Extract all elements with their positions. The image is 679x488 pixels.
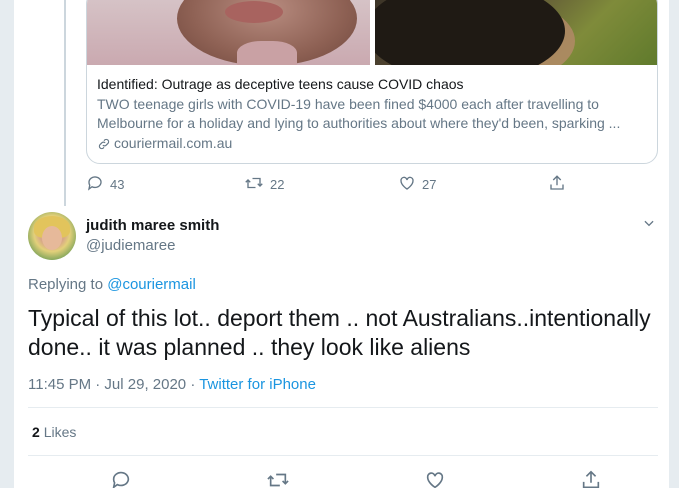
reply-icon	[110, 471, 132, 488]
retweet-button[interactable]	[266, 469, 290, 488]
retweet-count: 22	[270, 177, 285, 192]
replying-to: Replying to @couriermail	[28, 276, 196, 293]
divider	[28, 407, 658, 408]
like-count: 27	[422, 177, 437, 192]
replying-to-link[interactable]: @couriermail	[107, 276, 196, 293]
share-button[interactable]	[548, 174, 566, 195]
link-card[interactable]: Identified: Outrage as deceptive teens c…	[86, 0, 658, 164]
card-domain-text: couriermail.com.au	[114, 135, 233, 151]
likes-count: 2	[32, 424, 40, 440]
display-name[interactable]: judith maree smith	[86, 217, 219, 234]
retweet-button[interactable]: 22	[244, 174, 284, 195]
card-image-right	[375, 0, 657, 65]
reply-button[interactable]: 43	[86, 174, 124, 195]
card-desc-line-2: Melbourne for a holiday and lying to aut…	[97, 115, 621, 131]
tweet-text: Typical of this lot.. deport them .. not…	[28, 304, 658, 362]
tweet-text-line-1: Typical of this lot.. deport them .. not…	[28, 305, 651, 331]
card-desc-line-1: TWO teenage girls with COVID-19 have bee…	[97, 96, 599, 112]
retweet-icon	[244, 174, 264, 195]
card-title: Identified: Outrage as deceptive teens c…	[97, 76, 464, 92]
card-image-left	[87, 0, 370, 65]
tweet-actions	[28, 469, 658, 488]
like-button[interactable]	[424, 469, 446, 488]
reply-count: 43	[110, 177, 125, 192]
retweet-icon	[266, 473, 290, 488]
tweet-text-line-2: done.. it was planned .. they look like …	[28, 334, 471, 360]
chevron-down-icon[interactable]	[642, 216, 656, 235]
share-icon	[580, 470, 602, 488]
like-icon	[398, 174, 416, 195]
likes-summary[interactable]: 2 Likes	[32, 424, 76, 440]
replying-to-prefix: Replying to	[28, 276, 104, 293]
avatar[interactable]	[28, 212, 76, 260]
thread-line	[64, 0, 66, 206]
reply-button[interactable]	[110, 469, 132, 488]
source-link[interactable]: Twitter for iPhone	[199, 376, 316, 393]
reply-icon	[86, 174, 104, 195]
like-button[interactable]: 27	[398, 174, 436, 195]
share-button[interactable]	[580, 469, 602, 488]
share-icon	[548, 174, 566, 195]
user-handle[interactable]: @judiemaree	[86, 237, 175, 254]
card-description: TWO teenage girls with COVID-19 have bee…	[97, 95, 651, 133]
card-domain: couriermail.com.au	[97, 134, 651, 153]
link-icon	[97, 137, 111, 151]
divider	[28, 455, 658, 456]
likes-label: Likes	[43, 424, 77, 440]
like-icon	[424, 472, 446, 488]
card-body: Identified: Outrage as deceptive teens c…	[97, 75, 651, 153]
tweet-page: Identified: Outrage as deceptive teens c…	[13, 0, 670, 488]
card-images	[87, 0, 657, 65]
parent-tweet-actions: 43 22 27	[86, 174, 646, 194]
tweet-meta: 11:45 PM · Jul 29, 2020 · Twitter for iP…	[28, 376, 316, 393]
timestamp[interactable]: 11:45 PM · Jul 29, 2020 ·	[28, 376, 199, 393]
